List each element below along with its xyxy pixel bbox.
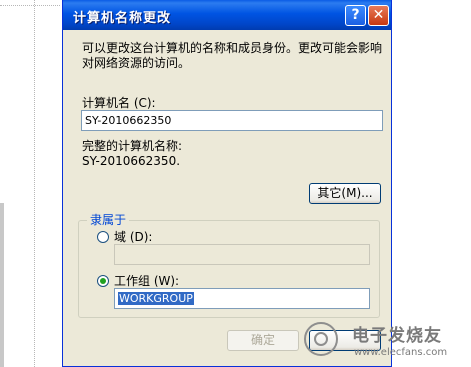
full-computer-name-label: 完整的计算机名称: — [82, 139, 183, 153]
workgroup-radio[interactable] — [97, 275, 109, 287]
elecfans-watermark: 电子发烧友 www.elecfans.com — [300, 316, 471, 367]
computer-name-input[interactable]: SY-2010662350 — [81, 110, 383, 131]
close-icon: ✕ — [372, 7, 385, 23]
ok-button[interactable]: 确定 — [227, 330, 299, 351]
title-bar[interactable]: 计算机名称更改 ? ✕ — [63, 0, 391, 30]
member-of-title: 隶属于 — [87, 211, 130, 228]
watermark-url: www.elecfans.com — [354, 347, 448, 358]
background-side-bar — [0, 203, 4, 367]
full-computer-name-value: SY-2010662350. — [82, 154, 181, 168]
background-dotted-line — [34, 0, 35, 367]
dialog-title: 计算机名称更改 — [73, 11, 172, 26]
workgroup-input[interactable]: WORKGROUP — [114, 288, 370, 309]
workgroup-value: WORKGROUP — [118, 292, 194, 305]
workgroup-label: 工作组 (W): — [114, 274, 180, 288]
domain-radio[interactable] — [97, 231, 109, 243]
computer-name-change-dialog: 计算机名称更改 ? ✕ 可以更改这台计算机的名称和成员身份。更改可能会影响对网络… — [62, 0, 392, 367]
close-button[interactable]: ✕ — [368, 5, 389, 26]
computer-name-label: 计算机名 (C): — [82, 96, 156, 110]
watermark-title: 电子发烧友 — [352, 326, 442, 346]
domain-label: 域 (D): — [114, 230, 153, 244]
question-mark-icon: ? — [351, 7, 360, 23]
watermark-logo-inner-icon — [314, 332, 328, 346]
help-button[interactable]: ? — [345, 5, 366, 26]
background-dotted-line-horizontal — [0, 5, 60, 6]
domain-input[interactable] — [114, 244, 370, 265]
other-button[interactable]: 其它(M)... — [309, 183, 381, 204]
dialog-description: 可以更改这台计算机的名称和成员身份。更改可能会影响对网络资源的访问。 — [82, 41, 383, 70]
